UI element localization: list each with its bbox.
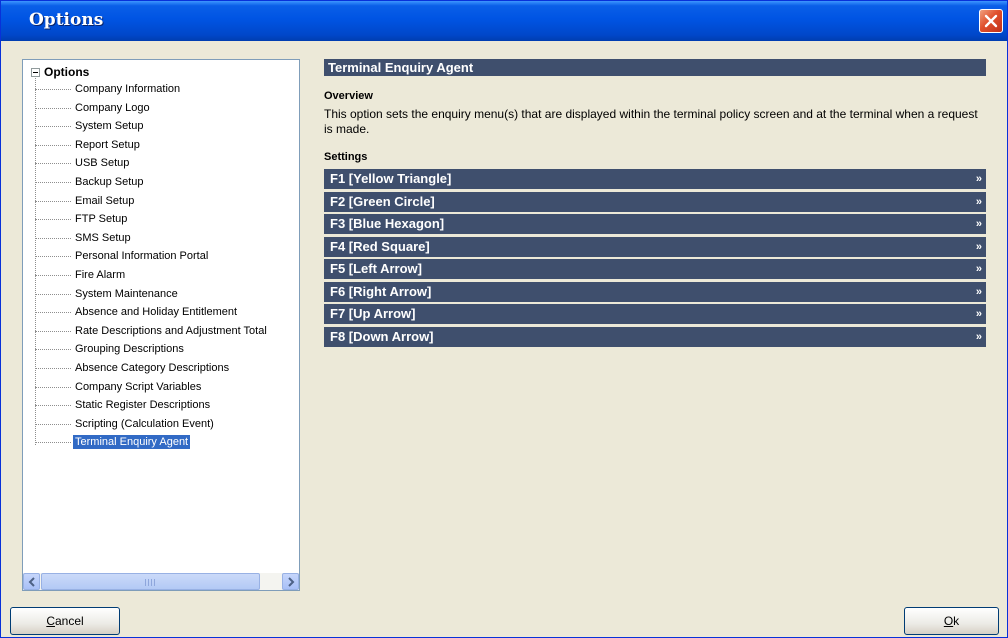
tree-item[interactable]: Scripting (Calculation Event) <box>35 415 269 434</box>
title-bar[interactable]: Options <box>1 1 1007 41</box>
tree-item-label: Scripting (Calculation Event) <box>75 417 214 430</box>
tree-item-label: Email Setup <box>75 194 135 207</box>
tree-item[interactable]: Email Setup <box>35 192 269 211</box>
tree-item-label: USB Setup <box>75 157 130 170</box>
overview-text: This option sets the enquiry menu(s) tha… <box>324 107 978 136</box>
tree-item[interactable]: Personal Information Portal <box>35 247 269 266</box>
tree-item[interactable]: Company Information <box>35 80 269 99</box>
tree-item[interactable]: Report Setup <box>35 136 269 155</box>
expand-icon[interactable]: » <box>976 214 982 234</box>
setting-label: F7 [Up Arrow] <box>330 306 416 321</box>
panel-header: Terminal Enquiry Agent <box>324 59 986 76</box>
tree-root[interactable]: Options <box>31 64 89 80</box>
tree-item[interactable]: Company Logo <box>35 99 269 118</box>
setting-label: F3 [Blue Hexagon] <box>330 216 445 231</box>
tree-item[interactable]: USB Setup <box>35 154 269 173</box>
setting-row[interactable]: F2 [Green Circle] » <box>324 191 986 212</box>
tree-item-label: Rate Descriptions and Adjustment Total <box>75 324 267 337</box>
setting-row[interactable]: F4 [Red Square] » <box>324 236 986 257</box>
tree-root-label: Options <box>44 65 90 79</box>
setting-row[interactable]: F5 [Left Arrow] » <box>324 259 986 279</box>
tree-item-label: SMS Setup <box>75 231 131 244</box>
cancel-mnemonic: C <box>46 614 55 628</box>
expand-icon[interactable]: » <box>976 282 982 302</box>
setting-label: F4 [Red Square] <box>330 238 430 254</box>
tree-item-label: Personal Information Portal <box>75 250 209 263</box>
tree-item-label: Company Logo <box>75 101 150 114</box>
setting-label: F8 [Down Arrow] <box>330 328 434 344</box>
tree-item[interactable]: FTP Setup <box>35 210 269 229</box>
setting-label: F5 [Left Arrow] <box>330 261 422 276</box>
tree-item[interactable]: SMS Setup <box>35 229 269 248</box>
tree-item[interactable]: Grouping Descriptions <box>35 340 269 359</box>
scroll-left-button[interactable] <box>23 573 40 590</box>
tree-item-label: Backup Setup <box>75 175 144 188</box>
tree-item-label: Absence and Holiday Entitlement <box>75 306 238 319</box>
tree-item[interactable]: System Maintenance <box>35 285 269 304</box>
tree-item-label: Absence Category Descriptions <box>75 361 230 374</box>
tree-item-label: FTP Setup <box>75 213 128 226</box>
settings-panel: Terminal Enquiry Agent Overview This opt… <box>324 59 986 349</box>
tree-item[interactable]: Fire Alarm <box>35 266 269 285</box>
tree-item[interactable]: System Setup <box>35 117 269 136</box>
expand-icon[interactable]: » <box>976 327 982 347</box>
ok-label: k <box>953 614 960 628</box>
grip-icon <box>145 579 155 586</box>
tree-item-label: Fire Alarm <box>75 268 126 281</box>
tree-item[interactable]: Absence Category Descriptions <box>35 359 269 378</box>
tree-item-label: Terminal Enquiry Agent <box>71 434 192 451</box>
tree-item-label: Company Script Variables <box>75 380 202 393</box>
tree-item-label: Report Setup <box>75 138 140 151</box>
cancel-label: ancel <box>54 614 84 628</box>
ok-mnemonic: O <box>943 614 954 628</box>
options-window: Options Options Company Information Compa… <box>0 0 1008 638</box>
settings-label: Settings <box>324 151 368 163</box>
tree-item-label: System Setup <box>75 120 144 133</box>
tree-item[interactable]: Rate Descriptions and Adjustment Total <box>35 322 269 341</box>
expand-icon[interactable]: » <box>976 192 982 212</box>
scroll-right-button[interactable] <box>282 573 299 590</box>
horizontal-scrollbar[interactable] <box>23 573 299 590</box>
setting-label: F2 [Green Circle] <box>330 193 435 209</box>
settings-list: F1 [Yellow Triangle]» F2 [Green Circle]» F… <box>324 169 986 347</box>
expand-icon[interactable]: » <box>976 304 982 324</box>
overview-label: Overview <box>324 90 373 102</box>
tree-item[interactable]: Terminal Enquiry Agent <box>35 433 269 452</box>
close-button[interactable] <box>979 9 1003 33</box>
expand-icon[interactable]: » <box>976 237 982 257</box>
tree-item[interactable]: Backup Setup <box>35 173 269 192</box>
setting-row[interactable]: F1 [Yellow Triangle] » <box>324 169 986 189</box>
tree-item-label: Static Register Descriptions <box>75 399 211 412</box>
setting-label: F1 [Yellow Triangle] <box>330 171 452 186</box>
setting-label: F6 [Right Arrow] <box>330 283 432 299</box>
options-tree[interactable]: Options Company Information Company Logo S… <box>22 59 300 591</box>
scroll-thumb[interactable] <box>41 573 260 590</box>
tree-item[interactable]: Absence and Holiday Entitlement <box>35 303 269 322</box>
tree-item[interactable]: Company Script Variables <box>35 378 269 397</box>
setting-row[interactable]: F8 [Down Arrow] » <box>324 326 986 347</box>
tree-items: Company Information Company Logo System Se… <box>35 80 269 452</box>
setting-row[interactable]: F3 [Blue Hexagon] » <box>324 214 986 234</box>
tree-item[interactable]: Static Register Descriptions <box>35 396 269 415</box>
expand-icon[interactable]: » <box>976 169 982 189</box>
setting-row[interactable]: F6 [Right Arrow] » <box>324 281 986 302</box>
tree-item-label: Company Information <box>75 83 181 95</box>
collapse-icon[interactable] <box>31 67 40 77</box>
expand-icon[interactable]: » <box>976 259 982 279</box>
cancel-button[interactable]: Cancel <box>10 607 120 635</box>
ok-button[interactable]: Ok <box>904 607 999 635</box>
window-title: Options <box>29 10 104 30</box>
setting-row[interactable]: F7 [Up Arrow] » <box>324 304 986 324</box>
tree-item-label: Grouping Descriptions <box>75 343 184 356</box>
tree-item-label: System Maintenance <box>75 287 178 300</box>
